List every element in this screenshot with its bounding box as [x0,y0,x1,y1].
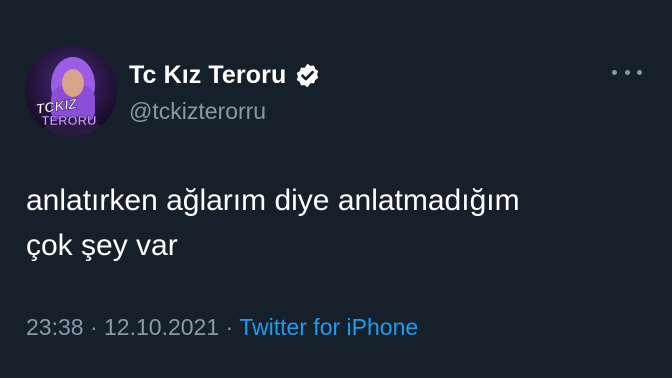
more-dot [612,69,617,75]
author-display-name[interactable]: Tc Kız Teroru [129,61,286,90]
tweet-metadata: 23:38 · 12.10.2021 · Twitter for iPhone [26,314,418,341]
more-dot [637,69,642,75]
avatar-logo-line-2: TERORU [42,113,97,128]
avatar[interactable]: TCKIZ TERORU [25,45,117,137]
meta-separator: · [89,314,98,340]
tweet-source-link[interactable]: Twitter for iPhone [239,314,418,340]
author-name-row: Tc Kız Teroru [129,58,321,92]
more-dot [624,69,630,75]
tweet-card: TCKIZ TERORU Tc Kız Teroru @tckizterorru… [0,0,672,378]
avatar-image: TCKIZ TERORU [25,45,117,137]
meta-separator: · [225,314,234,340]
more-horizontal-icon[interactable] [612,62,642,82]
author-handle[interactable]: @tckizterorru [129,98,266,125]
verified-badge-icon [294,62,321,89]
tweet-date[interactable]: 12.10.2021 [104,314,219,340]
tweet-text: anlatırken ağlarım diye anlatmadığım çok… [26,184,520,262]
tweet-time[interactable]: 23:38 [26,314,84,340]
